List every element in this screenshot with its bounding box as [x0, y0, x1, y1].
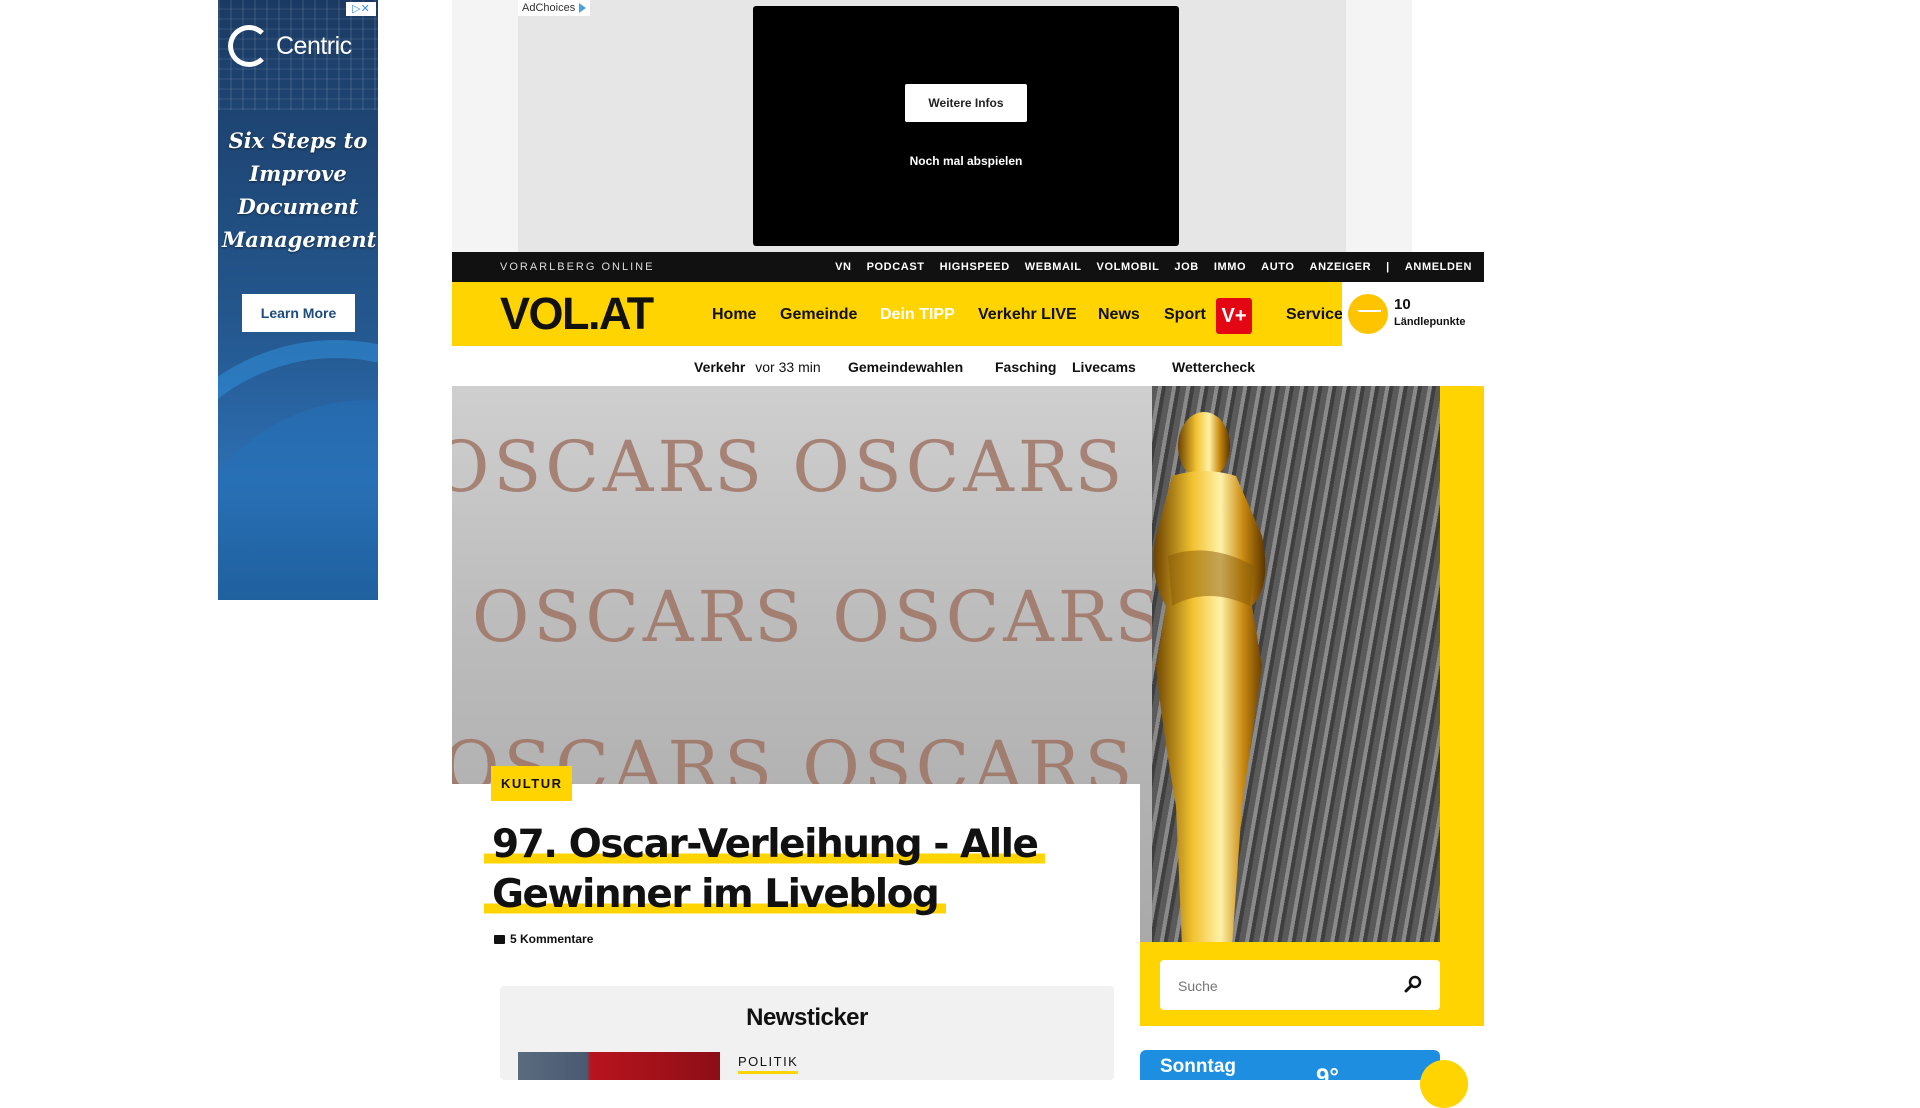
link-volmobil[interactable]: VOLMOBIL [1097, 261, 1160, 273]
points-label: Ländlepunkte [1394, 316, 1466, 328]
nav-verkehr-live[interactable]: Verkehr LIVE [978, 282, 1077, 348]
points-value: 10 [1394, 296, 1411, 313]
hero-yellow-strip [1440, 386, 1484, 942]
weather-temperature: 9° [1316, 1064, 1339, 1091]
hero-oscars-text: OSCARS OSCARS [452, 426, 1127, 508]
adchoices-label: AdChoices [522, 2, 576, 14]
laendlepunkte-widget[interactable]: 10 Ländlepunkte [1342, 282, 1484, 346]
sun-icon [1420, 1060, 1468, 1108]
subnav-wettercheck[interactable]: Wettercheck [1172, 346, 1255, 388]
article-title[interactable]: 97. Oscar-Verleihung - Alle Gewinner im … [484, 820, 1046, 920]
subnav-gemeindewahlen[interactable]: Gemeindewahlen [848, 346, 963, 388]
divider: | [1386, 261, 1390, 273]
newsticker-panel: Newsticker POLITIK [500, 986, 1114, 1080]
adchoices-link[interactable]: AdChoices [518, 0, 591, 16]
subnav-verkehr-time: vor 33 min [755, 359, 821, 375]
link-auto[interactable]: AUTO [1261, 261, 1294, 273]
ad-logo: Centric [228, 25, 368, 67]
nav-news[interactable]: News [1098, 282, 1140, 348]
adchoices-icon [579, 3, 587, 13]
centric-logo-icon [228, 25, 270, 67]
ad-video-player[interactable]: Weitere Infos Noch mal abspielen [753, 6, 1179, 246]
nav-sport[interactable]: Sport [1164, 282, 1206, 348]
site-tagline: VORARLBERG ONLINE [500, 261, 655, 273]
link-job[interactable]: JOB [1174, 261, 1198, 273]
link-podcast[interactable]: PODCAST [867, 261, 925, 273]
mountain-icon [1348, 294, 1388, 334]
main-navigation: VOL.AT Home Gemeinde Dein TIPP Verkehr L… [452, 282, 1343, 348]
utility-links: VN PODCAST HIGHSPEED WEBMAIL VOLMOBIL JO… [835, 252, 1472, 282]
weather-widget[interactable]: Sonntag 9° [1140, 1050, 1440, 1091]
search-icon[interactable] [1404, 975, 1422, 993]
ad-learn-more-button[interactable]: Learn More [242, 294, 355, 332]
comment-icon [494, 934, 505, 944]
link-immo[interactable]: IMMO [1214, 261, 1246, 273]
ad-close-icon[interactable]: ▷✕ [346, 2, 376, 16]
link-webmail[interactable]: WEBMAIL [1025, 261, 1082, 273]
subnav-verkehr-label: Verkehr [694, 359, 746, 375]
link-anmelden[interactable]: ANMELDEN [1405, 261, 1472, 273]
newsticker-category[interactable]: POLITIK [738, 1054, 799, 1074]
link-highspeed[interactable]: HIGHSPEED [940, 261, 1010, 273]
nav-gemeinde[interactable]: Gemeinde [780, 282, 857, 348]
sub-navigation: Verkehr vor 33 min Gemeindewahlen Faschi… [452, 346, 1484, 386]
subnav-livecams[interactable]: Livecams [1072, 346, 1136, 388]
hero-oscars-text: OSCARS OSCARS [472, 576, 1167, 658]
ad-headline: Six Steps to Improve Document Management [222, 128, 377, 252]
article-comments-link[interactable]: 5 Kommentare [494, 932, 593, 946]
comments-count: 5 Kommentare [510, 932, 594, 946]
search-panel [1140, 942, 1484, 1026]
vplus-button[interactable]: V+ [1216, 298, 1252, 334]
newsticker-thumbnail[interactable] [518, 1052, 720, 1080]
left-ad-banner[interactable]: ▷✕ Centric Six Steps to Improve Document… [218, 0, 378, 600]
nav-dein-tipp[interactable]: Dein TIPP [880, 282, 955, 348]
oscar-statue-image [1153, 412, 1266, 942]
subnav-verkehr[interactable]: Verkehr vor 33 min [694, 346, 821, 388]
top-utility-bar: VORARLBERG ONLINE VN PODCAST HIGHSPEED W… [452, 252, 1484, 282]
ad-brand: Centric [276, 31, 352, 60]
nav-service[interactable]: Service [1286, 282, 1343, 348]
ad-margin [1346, 0, 1412, 252]
link-vn[interactable]: VN [835, 261, 851, 273]
more-info-button[interactable]: Weitere Infos [905, 84, 1027, 122]
site-logo[interactable]: VOL.AT [500, 290, 654, 338]
weather-day: Sonntag [1160, 1056, 1236, 1077]
subnav-fasching[interactable]: Fasching [995, 346, 1056, 388]
article-category-badge[interactable]: KULTUR [491, 766, 573, 801]
nav-home[interactable]: Home [712, 282, 756, 348]
replay-button[interactable]: Noch mal abspielen [753, 154, 1179, 168]
search-input[interactable] [1176, 960, 1400, 1012]
link-anzeiger[interactable]: ANZEIGER [1310, 261, 1372, 273]
top-ad-banner: AdChoices Weitere Infos Noch mal abspiel… [452, 0, 1412, 252]
newsticker-heading: Newsticker [746, 1004, 868, 1031]
search-box [1160, 960, 1440, 1012]
ad-margin [452, 0, 518, 252]
